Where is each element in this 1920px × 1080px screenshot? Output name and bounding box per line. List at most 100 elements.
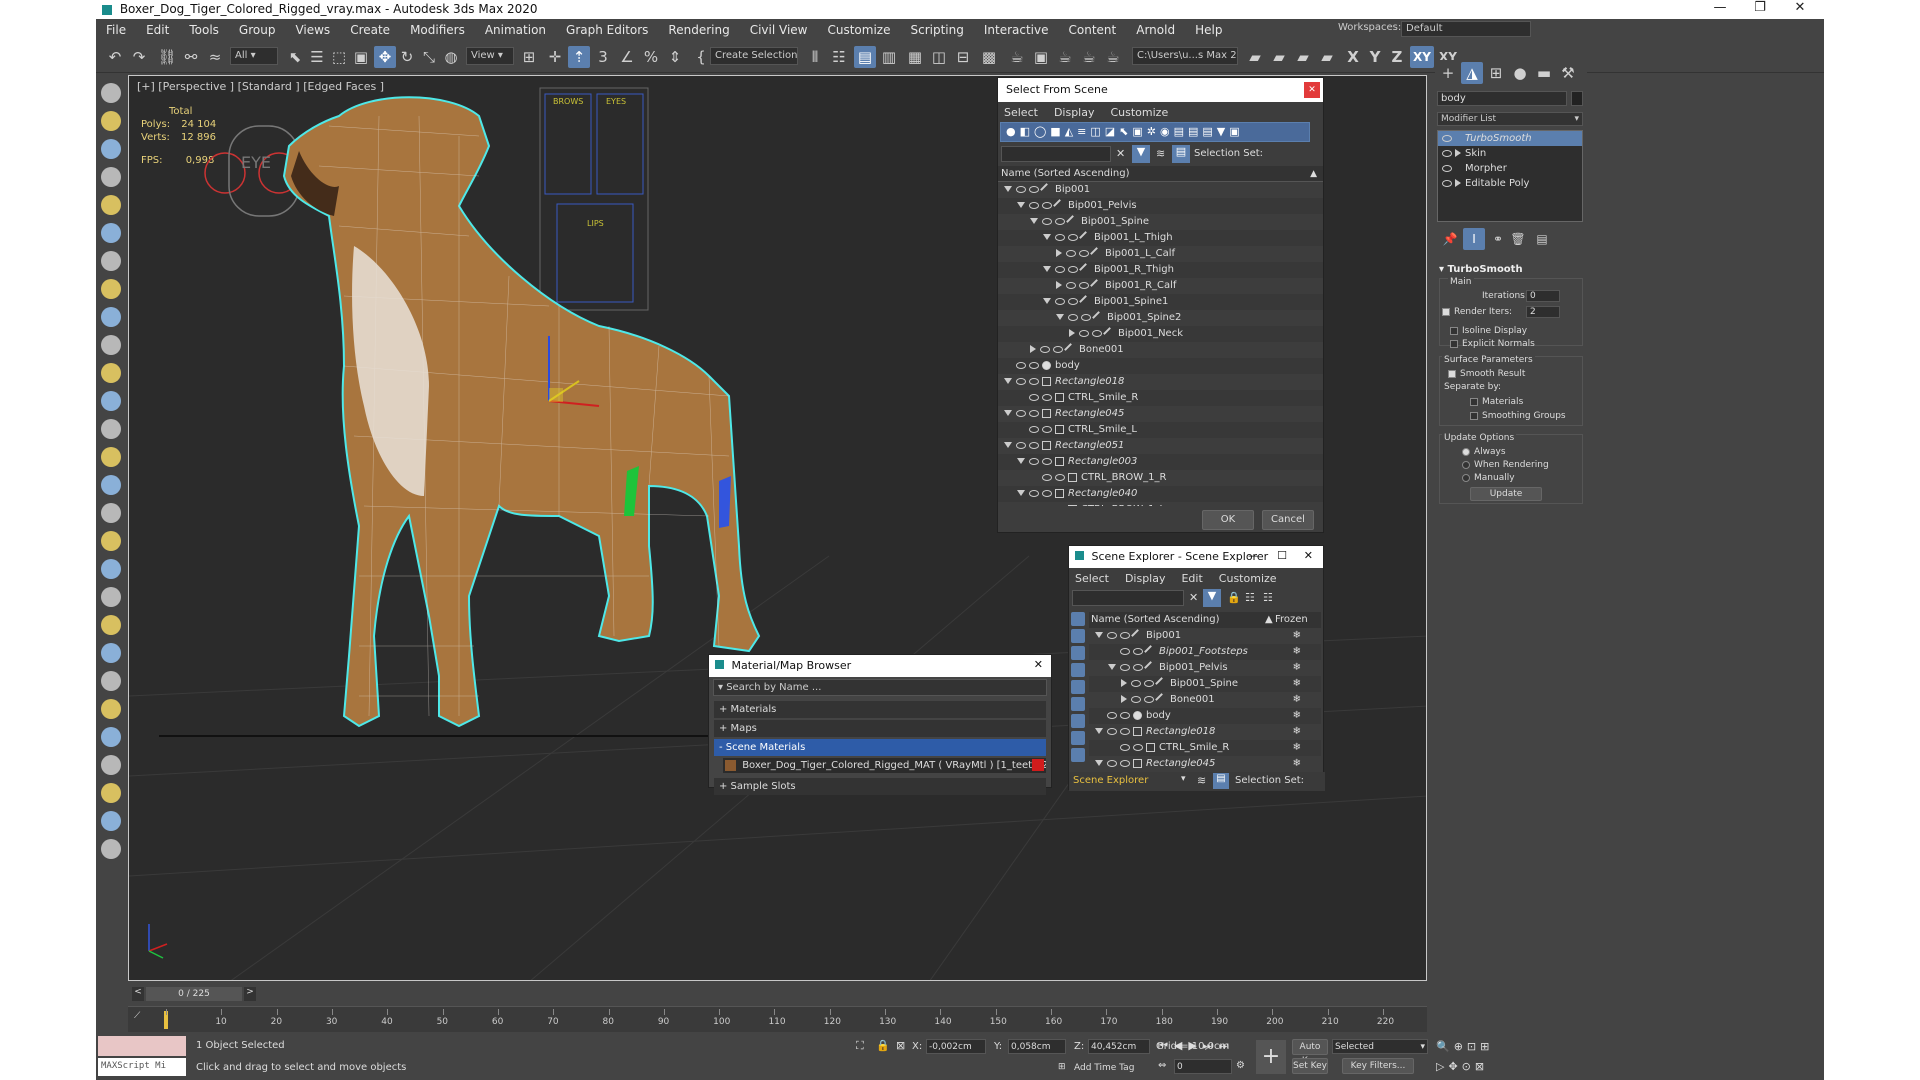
percent-snap-icon[interactable]: %	[640, 46, 662, 68]
leg-bone-blue[interactable]	[719, 476, 731, 528]
expand-right-icon[interactable]	[1069, 329, 1075, 337]
se-menu-edit[interactable]: Edit	[1181, 572, 1202, 585]
render-icon[interactable]	[101, 755, 121, 775]
expand-down-icon[interactable]	[1056, 314, 1064, 320]
particles-icon[interactable]	[101, 531, 121, 551]
modifier-toggle-icon[interactable]	[1442, 179, 1452, 187]
snaps-toggle-icon[interactable]: 3	[592, 46, 614, 68]
se-footer-dropdown-icon[interactable]: ▾	[1181, 774, 1186, 784]
visibility-eye-icon[interactable]	[1042, 217, 1052, 225]
visibility-eye-icon[interactable]	[1120, 743, 1130, 751]
modifier-stack-item[interactable]: Editable Poly	[1438, 176, 1582, 191]
playback-controls[interactable]: ⏮◀▶⏭⏭	[1158, 1039, 1235, 1053]
menu-help[interactable]: Help	[1185, 23, 1232, 37]
menu-tools[interactable]: Tools	[179, 23, 229, 37]
gear-icon[interactable]	[101, 615, 121, 635]
expand-right-icon[interactable]	[1121, 679, 1127, 687]
spacewarp-filter-icon[interactable]	[1071, 697, 1085, 711]
sfs-menu-display[interactable]: Display	[1054, 106, 1095, 119]
link-icon[interactable]: ⛓	[156, 46, 178, 68]
visibility-eye-icon[interactable]	[1066, 281, 1076, 289]
expand-right-icon[interactable]	[1056, 281, 1062, 289]
set-project-icon[interactable]: ▰	[1292, 46, 1314, 68]
xref-filter-icon[interactable]	[1071, 731, 1085, 745]
remove-modifier-icon[interactable]: 🗑	[1507, 228, 1529, 250]
frozen-toggle-icon[interactable]: ❄	[1293, 708, 1301, 724]
mb-sample-slots-group[interactable]: + Sample Slots	[714, 778, 1046, 795]
sfs-cancel-button[interactable]: Cancel	[1262, 510, 1314, 530]
dialog-close-icon[interactable]: ✕	[1304, 82, 1320, 98]
close-button[interactable]: ✕	[1780, 0, 1820, 19]
menu-graph-editors[interactable]: Graph Editors	[556, 23, 658, 37]
manually-row[interactable]: Manually	[1462, 473, 1515, 483]
sfs-ok-button[interactable]: OK	[1202, 510, 1254, 530]
menu-create[interactable]: Create	[340, 23, 400, 37]
frozen-toggle-icon[interactable]: ❄	[1293, 692, 1301, 708]
visibility-eye-icon[interactable]	[1040, 345, 1050, 353]
select-object-icon[interactable]: ⬉	[284, 46, 306, 68]
render-eye-icon[interactable]	[1029, 377, 1039, 385]
expand-down-icon[interactable]	[1095, 760, 1103, 766]
y-coord-field[interactable]: 0,058cm	[1008, 1039, 1066, 1054]
schematic-view-icon[interactable]: ⊟	[952, 46, 974, 68]
key-mode-icon[interactable]: ⇔	[1158, 1060, 1166, 1071]
visibility-eye-icon[interactable]	[1016, 409, 1026, 417]
visibility-eye-icon[interactable]	[1107, 711, 1117, 719]
paint-icon[interactable]	[101, 559, 121, 579]
render-eye-icon[interactable]	[1042, 201, 1052, 209]
physics-icon[interactable]	[101, 783, 121, 803]
menu-animation[interactable]: Animation	[475, 23, 556, 37]
scene_explorer-tree-row[interactable]: Bip001_Spine ❄	[1089, 676, 1321, 692]
visibility-eye-icon[interactable]	[1107, 759, 1117, 767]
se-maximize-icon[interactable]: ☐	[1277, 549, 1287, 562]
create-cylinder-icon[interactable]	[101, 139, 121, 159]
project-path-dropdown[interactable]: C:\Users\u...s Max 2020 ▾	[1132, 47, 1238, 65]
sfs-search-input[interactable]	[1001, 146, 1111, 162]
modifier-list-dropdown[interactable]: Modifier List ▾	[1437, 112, 1583, 126]
maxscript-mini-listener[interactable]: MAXScript Mi	[98, 1058, 186, 1076]
expand-down-icon[interactable]	[1017, 490, 1025, 496]
auto-key-button[interactable]: Auto Key	[1292, 1039, 1328, 1066]
absolute-mode-icon[interactable]: ⊠	[896, 1039, 905, 1052]
se-clear-icon[interactable]: ✕	[1189, 591, 1198, 604]
sfs-filter-icons[interactable]: ●◧◯■◭≡◫◪⬉▣✲◉▤▤▤▼▣	[1006, 125, 1244, 138]
expand-down-icon[interactable]	[1004, 410, 1012, 416]
render-eye-icon[interactable]	[1042, 489, 1052, 497]
se-footer-selset-icon[interactable]: ▤	[1213, 773, 1229, 789]
unlink-icon[interactable]: ⚯	[180, 46, 202, 68]
select_from_scene-tree-row[interactable]: CTRL_BROW_1_R	[998, 470, 1323, 486]
expand-right-icon[interactable]	[1121, 695, 1127, 703]
axis-z-button[interactable]: Z	[1386, 46, 1408, 68]
select_from_scene-tree-row[interactable]: Bip001_L_Calf	[998, 246, 1323, 262]
frozen-toggle-icon[interactable]: ❄	[1293, 676, 1301, 692]
scene_explorer-tree-row[interactable]: body ❄	[1089, 708, 1321, 724]
scene_explorer-tree-row[interactable]: Bip001 ❄	[1089, 628, 1321, 644]
menu-arnold[interactable]: Arnold	[1126, 23, 1185, 37]
se-column-header[interactable]: Name (Sorted Ascending) ▲ Frozen	[1089, 612, 1321, 628]
select_from_scene-tree-row[interactable]: Bip001_Neck	[998, 326, 1323, 342]
expand-down-icon[interactable]	[1004, 442, 1012, 448]
menu-scripting[interactable]: Scripting	[900, 23, 973, 37]
select_from_scene-tree-row[interactable]: Bip001_R_Calf	[998, 278, 1323, 294]
visibility-eye-icon[interactable]	[1042, 505, 1052, 506]
render-eye-icon[interactable]	[1133, 647, 1143, 655]
isolate-icon[interactable]: ⛶	[856, 1039, 864, 1053]
render-eye-icon[interactable]	[1055, 505, 1065, 506]
visibility-eye-icon[interactable]	[1055, 297, 1065, 305]
select_from_scene-tree-row[interactable]: Rectangle045	[998, 406, 1323, 422]
show-end-result-icon[interactable]: I	[1463, 228, 1485, 250]
select_from_scene-tree-row[interactable]: Rectangle040	[998, 486, 1323, 502]
smooth-result-checkbox[interactable]	[1448, 369, 1456, 378]
select_from_scene-tree-row[interactable]: CTRL_BROW_1_L	[998, 502, 1323, 506]
create-box-icon[interactable]	[101, 111, 121, 131]
select_from_scene-tree-row[interactable]: CTRL_Smile_L	[998, 422, 1323, 438]
explicit-normals-checkbox[interactable]	[1450, 339, 1458, 348]
visibility-eye-icon[interactable]	[1016, 441, 1026, 449]
sfs-menu-customize[interactable]: Customize	[1110, 106, 1168, 119]
help-icon[interactable]	[101, 839, 121, 859]
select_from_scene-tree-row[interactable]: Bip001_Spine2	[998, 310, 1323, 326]
menu-civil-view[interactable]: Civil View	[740, 23, 818, 37]
named-selection-dropdown[interactable]: Create Selection Se ▾	[710, 47, 798, 65]
render-eye-icon[interactable]	[1120, 759, 1130, 767]
time-tag-icon[interactable]: ⊞	[1058, 1062, 1066, 1072]
